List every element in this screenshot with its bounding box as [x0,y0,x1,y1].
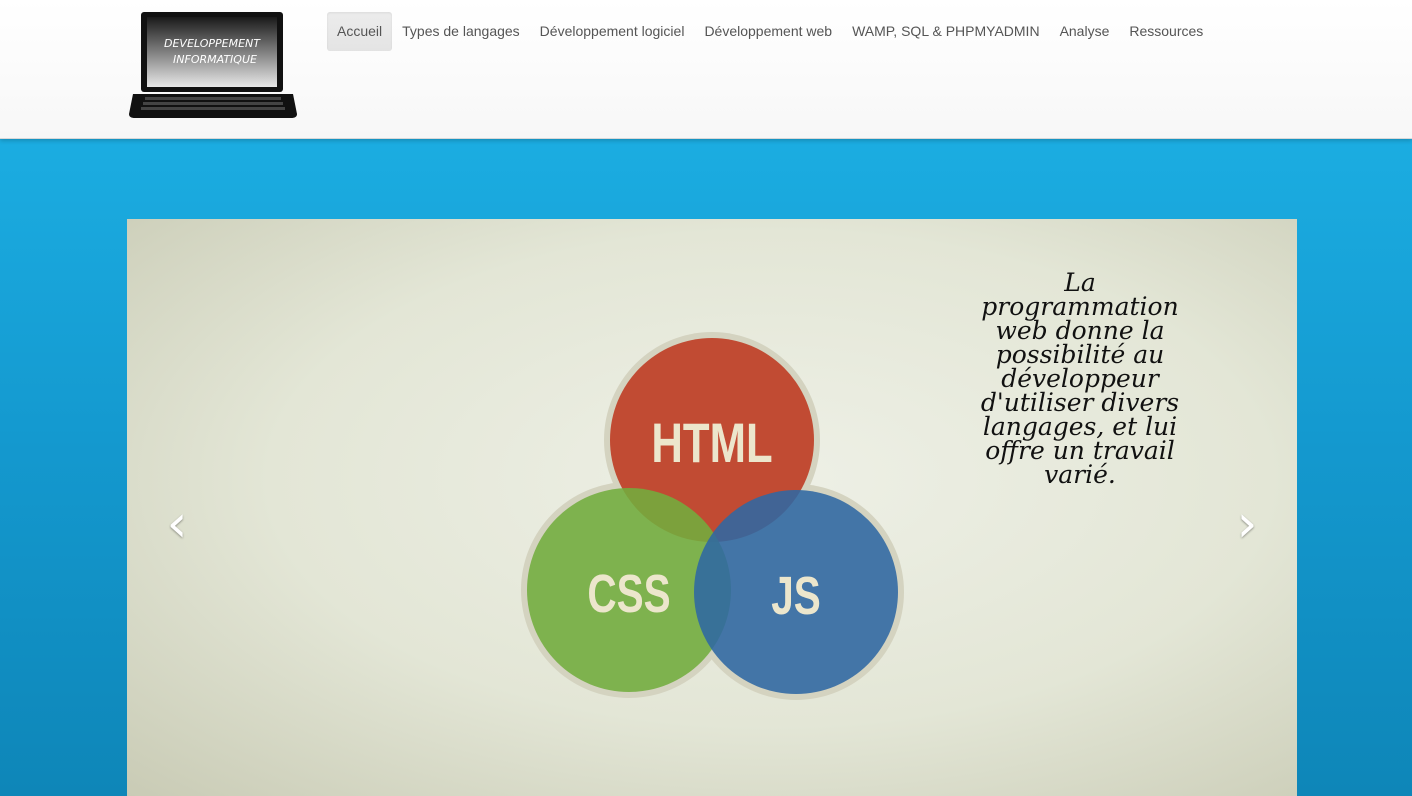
logo-line2: INFORMATIQUE [173,53,257,66]
main-nav: Accueil Types de langages Développement … [327,12,1213,51]
site-header: DEVELOPPEMENT INFORMATIQUE Accueil Types… [0,0,1412,139]
venn-diagram-image: HTML CSS JS [521,332,904,700]
nav-link-wamp-sql[interactable]: WAMP, SQL & PHPMYADMIN [842,12,1049,51]
slide-caption: La programmation web donne la possibilit… [980,268,1180,489]
carousel-prev-button[interactable]: ‹ [157,489,197,559]
nav-item-wamp-sql: WAMP, SQL & PHPMYADMIN [842,12,1049,51]
venn-html-label: HTML [651,412,772,474]
nav-link-accueil[interactable]: Accueil [327,12,393,51]
carousel-next-button[interactable]: › [1227,489,1267,559]
nav-link-ressources[interactable]: Ressources [1119,12,1213,51]
nav-link-analyse[interactable]: Analyse [1050,12,1120,51]
hero-carousel: HTML CSS JS La programmation web donne l… [127,219,1297,796]
nav-item-types-de-langages: Types de langages [392,12,530,51]
venn-js-label: JS [771,566,821,626]
chevron-right-icon: › [1236,494,1258,554]
nav-item-ressources: Ressources [1119,12,1213,51]
nav-link-developpement-web[interactable]: Développement web [694,12,842,51]
nav-item-developpement-logiciel: Développement logiciel [530,12,695,51]
nav-item-accueil: Accueil [327,12,393,51]
venn-css-label: CSS [587,564,670,624]
logo-line1: DEVELOPPEMENT [164,37,261,50]
nav-link-developpement-logiciel[interactable]: Développement logiciel [530,12,695,51]
laptop-logo-icon: DEVELOPPEMENT INFORMATIQUE [129,12,297,118]
nav-item-analyse: Analyse [1050,12,1120,51]
nav-link-types-de-langages[interactable]: Types de langages [392,12,530,51]
site-logo[interactable]: DEVELOPPEMENT INFORMATIQUE [127,10,299,120]
chevron-left-icon: ‹ [166,494,188,554]
nav-item-developpement-web: Développement web [694,12,842,51]
